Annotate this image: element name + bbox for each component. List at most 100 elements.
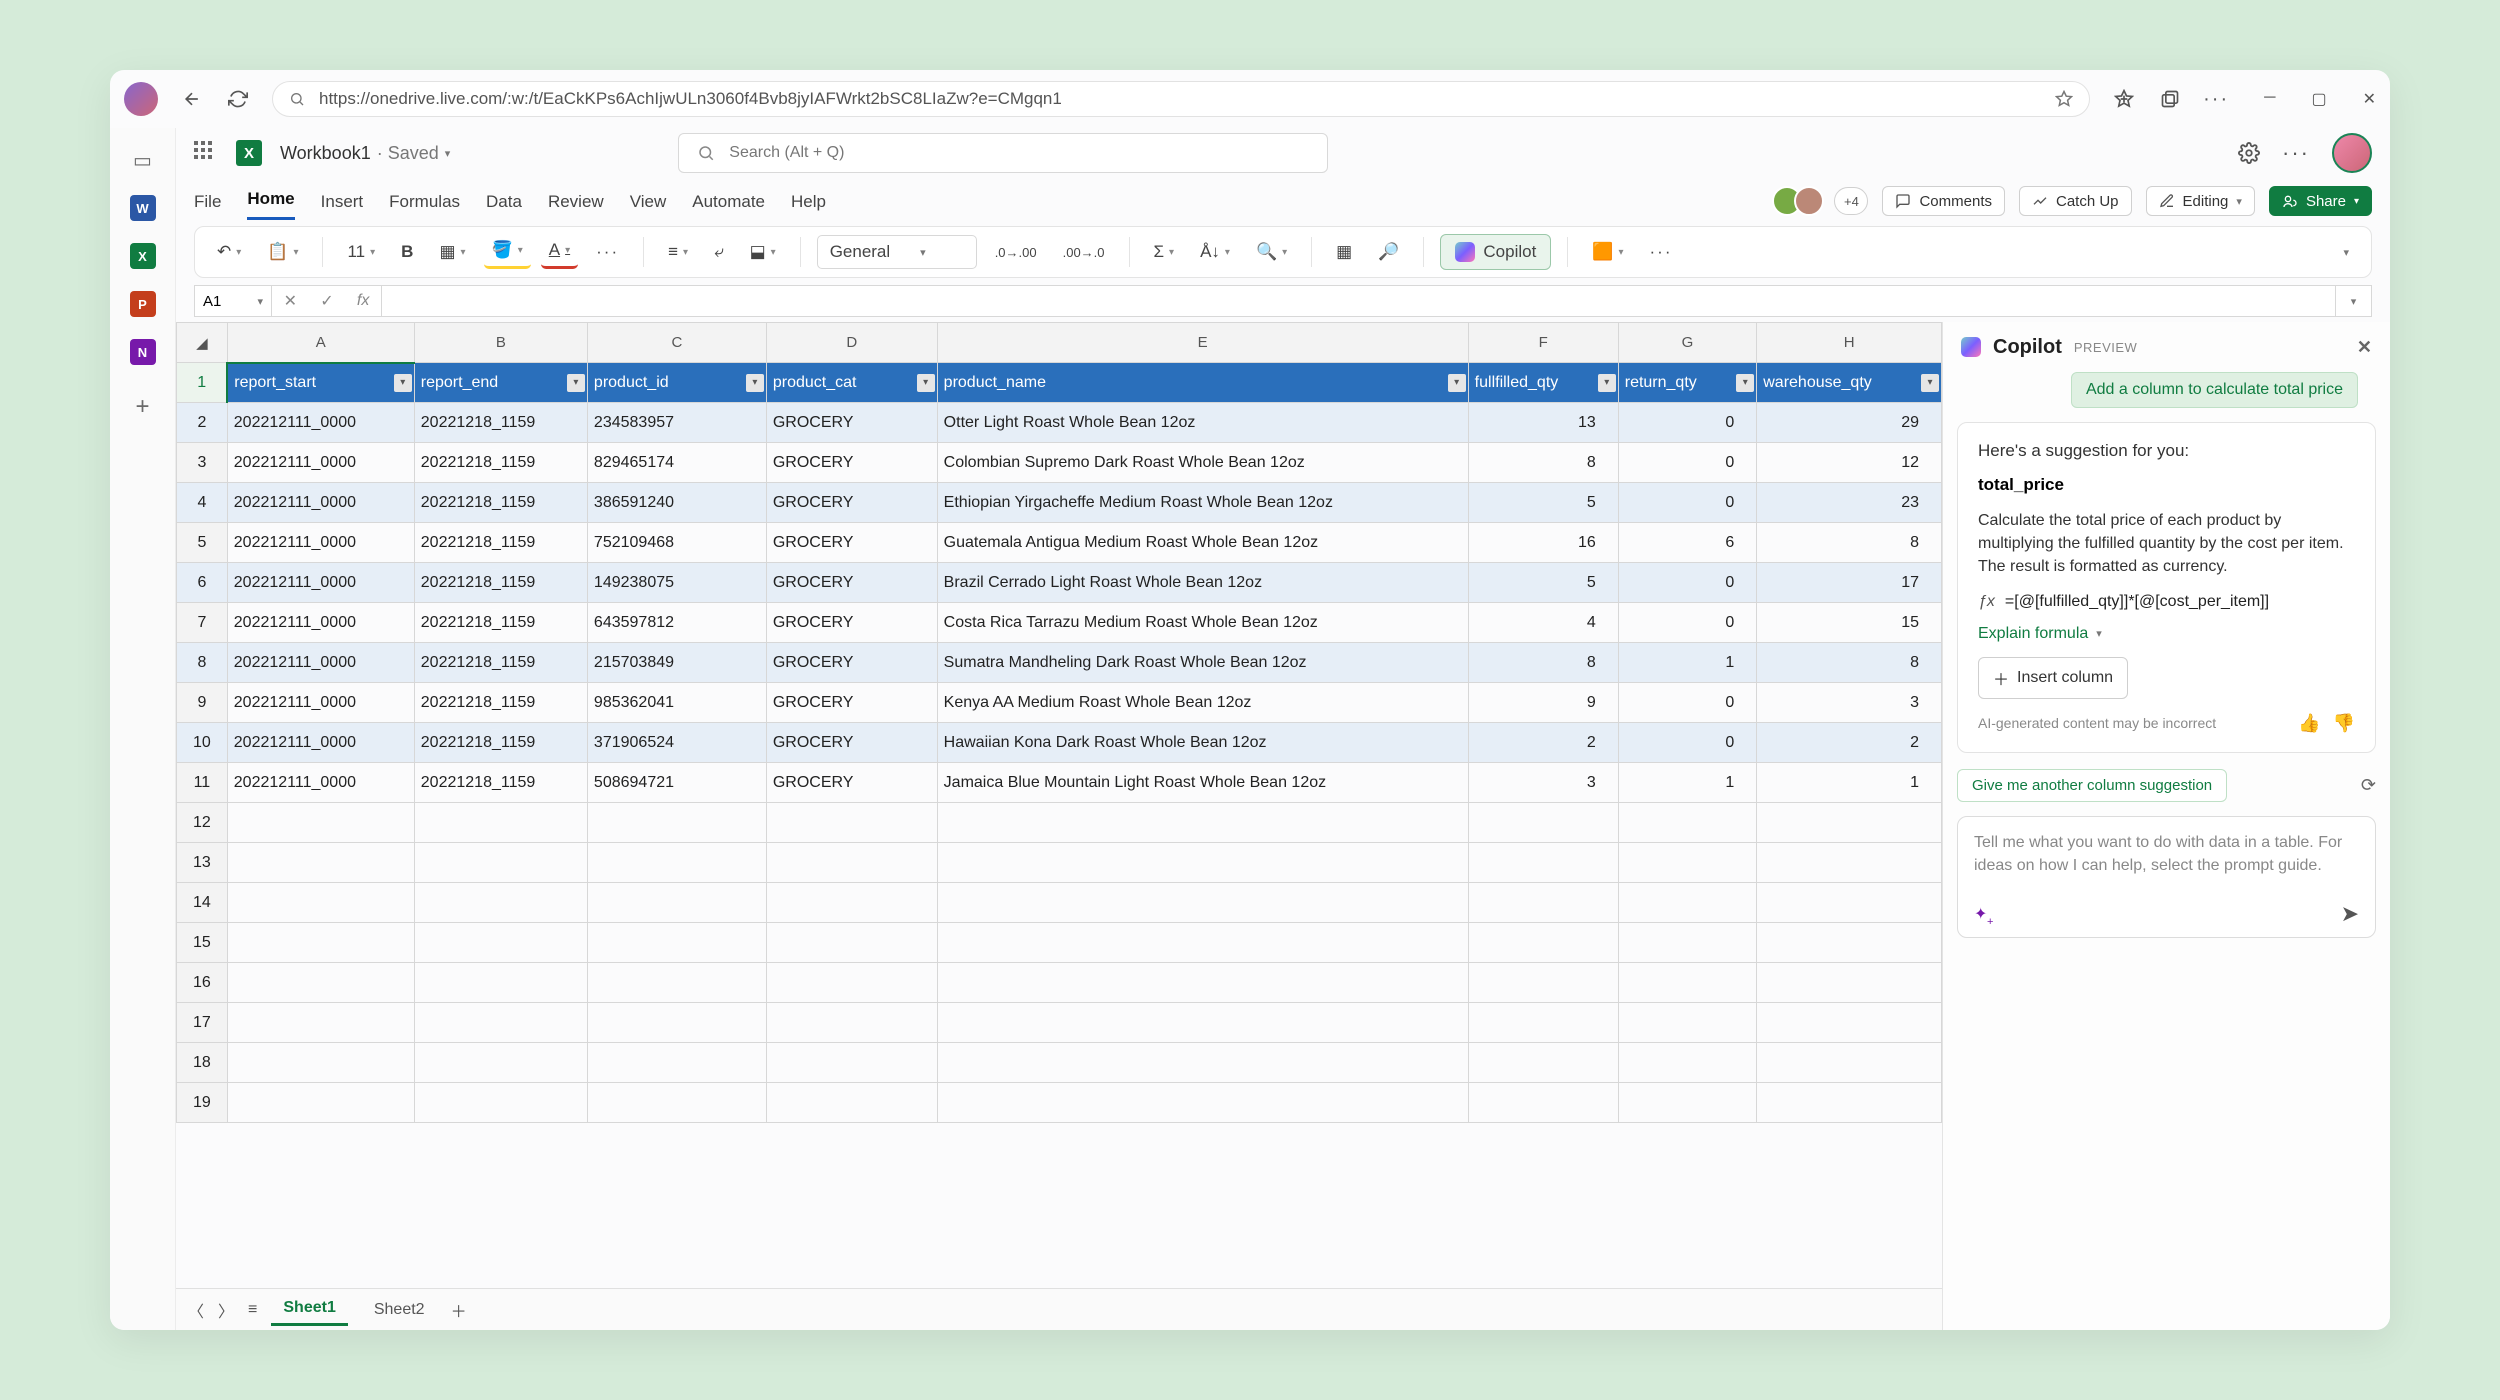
font-size-select[interactable]: 11▾ — [339, 235, 383, 269]
cell[interactable]: 202212111_0000 — [227, 403, 414, 443]
cell[interactable] — [937, 1003, 1468, 1043]
cell[interactable]: 17 — [1757, 563, 1942, 603]
cell[interactable]: 0 — [1618, 683, 1757, 723]
cell[interactable] — [766, 1083, 937, 1123]
search-box[interactable]: Search (Alt + Q) — [678, 133, 1328, 173]
cell[interactable] — [766, 1043, 937, 1083]
tb-more-icon[interactable]: ··· — [1642, 235, 1681, 269]
name-box[interactable]: A1▾ — [194, 285, 272, 317]
cell[interactable] — [937, 1043, 1468, 1083]
filter-icon[interactable]: ▾ — [917, 374, 935, 392]
collapse-ribbon-icon[interactable]: ▾ — [2335, 235, 2357, 269]
cell[interactable]: 29 — [1757, 403, 1942, 443]
all-sheets-icon[interactable]: ≡ — [248, 1301, 257, 1319]
cell[interactable]: 386591240 — [587, 483, 766, 523]
cell[interactable] — [227, 843, 414, 883]
col-header-F[interactable]: F — [1468, 323, 1618, 363]
fx-icon[interactable]: fx — [357, 292, 369, 310]
cell[interactable]: 15 — [1757, 603, 1942, 643]
row-header[interactable]: 15 — [177, 923, 228, 963]
cell[interactable] — [766, 883, 937, 923]
rail-tabs-icon[interactable]: ▭ — [133, 148, 152, 173]
cell[interactable]: 202212111_0000 — [227, 723, 414, 763]
document-title[interactable]: Workbook1 · Saved ▾ — [280, 143, 450, 164]
fill-color-button[interactable]: 🪣▾ — [484, 235, 531, 269]
close-window-icon[interactable]: ✕ — [2363, 89, 2376, 109]
extensions-icon[interactable] — [2158, 87, 2182, 111]
merge-button[interactable]: ⬓▾ — [742, 235, 784, 269]
cell[interactable] — [414, 1043, 587, 1083]
cell[interactable]: Hawaiian Kona Dark Roast Whole Bean 12oz — [937, 723, 1468, 763]
cell[interactable] — [1757, 803, 1942, 843]
autosum-button[interactable]: Σ▾ — [1146, 235, 1183, 269]
cell[interactable]: 0 — [1618, 563, 1757, 603]
insert-column-button[interactable]: ＋ Insert column — [1978, 657, 2128, 699]
cell[interactable] — [414, 923, 587, 963]
col-header-E[interactable]: E — [937, 323, 1468, 363]
increase-decimal-button[interactable]: .0→.00 — [987, 235, 1045, 269]
table-header-cell[interactable]: warehouse_qty▾ — [1757, 363, 1942, 403]
cell[interactable]: 149238075 — [587, 563, 766, 603]
cell[interactable]: 0 — [1618, 483, 1757, 523]
cell[interactable]: 20221218_1159 — [414, 723, 587, 763]
tab-formulas[interactable]: Formulas — [389, 192, 460, 220]
spreadsheet-grid[interactable]: ◢ A B C D E F G H 1report_start▾ — [176, 322, 1942, 1288]
cell[interactable] — [1468, 1043, 1618, 1083]
tab-review[interactable]: Review — [548, 192, 604, 220]
cell[interactable] — [1757, 883, 1942, 923]
catchup-button[interactable]: Catch Up — [2019, 186, 2132, 216]
cell[interactable] — [766, 803, 937, 843]
cell[interactable] — [1618, 923, 1757, 963]
cell[interactable] — [1757, 923, 1942, 963]
col-header-D[interactable]: D — [766, 323, 937, 363]
excel-app-icon[interactable]: X — [130, 243, 156, 269]
row-header[interactable]: 2 — [177, 403, 228, 443]
cell[interactable] — [227, 803, 414, 843]
refresh-suggestion-icon[interactable]: ⟳ — [2361, 775, 2376, 796]
cell[interactable]: 20221218_1159 — [414, 603, 587, 643]
row-header[interactable]: 3 — [177, 443, 228, 483]
col-header-B[interactable]: B — [414, 323, 587, 363]
cell[interactable] — [1468, 963, 1618, 1003]
cell[interactable]: 9 — [1468, 683, 1618, 723]
paste-button[interactable]: 📋▾ — [259, 235, 306, 269]
cell[interactable]: 202212111_0000 — [227, 643, 414, 683]
cell[interactable]: 643597812 — [587, 603, 766, 643]
row-header[interactable]: 18 — [177, 1043, 228, 1083]
cell[interactable]: 234583957 — [587, 403, 766, 443]
presence-pile[interactable] — [1780, 186, 1824, 216]
share-button[interactable]: Share▾ — [2269, 186, 2372, 216]
explain-formula-button[interactable]: Explain formula▾ — [1978, 625, 2355, 643]
cell[interactable] — [227, 923, 414, 963]
row-header[interactable]: 5 — [177, 523, 228, 563]
presence-count[interactable]: +4 — [1834, 187, 1868, 215]
cell[interactable]: 5 — [1468, 483, 1618, 523]
row-header[interactable]: 4 — [177, 483, 228, 523]
cell[interactable]: 752109468 — [587, 523, 766, 563]
comments-button[interactable]: Comments — [1882, 186, 2005, 216]
row-header[interactable]: 8 — [177, 643, 228, 683]
cell[interactable]: 20221218_1159 — [414, 403, 587, 443]
cancel-formula-icon[interactable]: ✕ — [284, 291, 297, 311]
thumbs-down-icon[interactable]: 👎 — [2333, 713, 2355, 734]
cell[interactable] — [227, 1003, 414, 1043]
editing-mode-button[interactable]: Editing▾ — [2146, 186, 2255, 216]
tab-file[interactable]: File — [194, 192, 221, 220]
cell[interactable]: 20221218_1159 — [414, 443, 587, 483]
cell[interactable]: 8 — [1757, 643, 1942, 683]
cell[interactable]: 4 — [1468, 603, 1618, 643]
cell[interactable]: Kenya AA Medium Roast Whole Bean 12oz — [937, 683, 1468, 723]
cell[interactable] — [414, 883, 587, 923]
tab-view[interactable]: View — [630, 192, 667, 220]
cell[interactable]: Brazil Cerrado Light Roast Whole Bean 12… — [937, 563, 1468, 603]
onenote-app-icon[interactable]: N — [130, 339, 156, 365]
cell[interactable]: 20221218_1159 — [414, 563, 587, 603]
cell[interactable] — [1618, 1083, 1757, 1123]
send-prompt-icon[interactable]: ➤ — [2341, 901, 2359, 927]
cell[interactable] — [587, 1043, 766, 1083]
add-app-icon[interactable]: + — [135, 393, 149, 421]
word-app-icon[interactable]: W — [130, 195, 156, 221]
cell[interactable] — [414, 1003, 587, 1043]
cell[interactable] — [587, 883, 766, 923]
row-header[interactable]: 6 — [177, 563, 228, 603]
